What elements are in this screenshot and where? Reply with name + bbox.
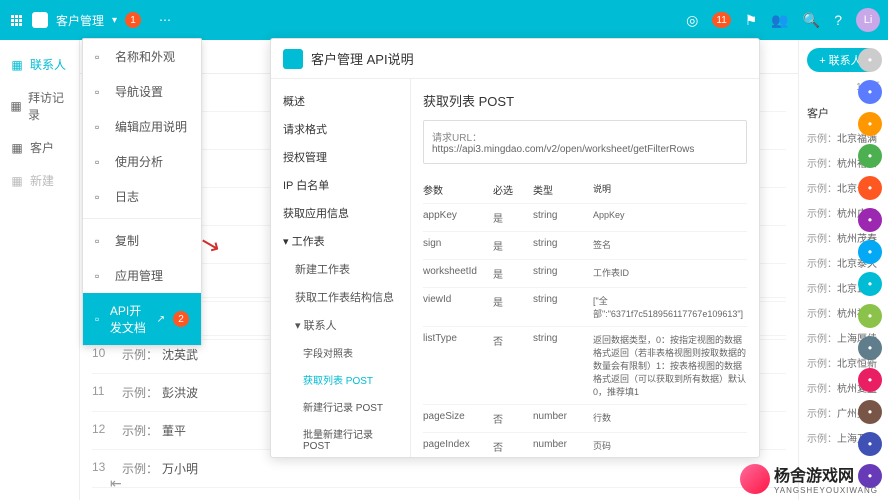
float-icon[interactable]: • — [858, 272, 882, 296]
float-icon[interactable]: • — [858, 144, 882, 168]
doc-nav-item[interactable]: 请求格式 — [271, 115, 410, 143]
menu-item[interactable]: ▫导航设置 — [83, 74, 201, 109]
doc-sidebar: 概述请求格式授权管理IP 白名单获取应用信息▾ 工作表新建工作表获取工作表结构信… — [271, 79, 411, 457]
param-row: appKey是stringAppKey — [423, 203, 747, 231]
float-icon[interactable]: • — [858, 304, 882, 328]
check-icon[interactable]: ◎ — [686, 12, 698, 29]
header-badge: 1 — [125, 12, 141, 28]
float-icon[interactable]: • — [858, 400, 882, 424]
doc-nav-item[interactable]: 获取列表 POST — [271, 366, 410, 393]
filter-icon[interactable]: ⚑ — [745, 12, 758, 29]
nav-item[interactable]: ▦客户 — [0, 131, 79, 164]
param-row: listType否string返回数据类型，0：按指定视图的数据格式返回（若非表… — [423, 326, 747, 404]
chevron-down-icon[interactable]: ▾ — [112, 15, 117, 26]
float-icon[interactable]: • — [858, 112, 882, 136]
app-title: 客户管理 — [56, 12, 104, 29]
float-icon[interactable]: • — [858, 336, 882, 360]
param-row: pageIndex否number页码 — [423, 432, 747, 457]
doc-nav-item[interactable]: 字段对照表 — [271, 339, 410, 366]
nav-item[interactable]: ▦联系人 — [0, 48, 79, 81]
menu-item[interactable]: ▫API开发文档↗2 — [83, 293, 201, 345]
doc-title: 客户管理 API说明 — [311, 49, 414, 68]
float-icon[interactable]: • — [858, 240, 882, 264]
doc-nav-item[interactable]: 获取工作表结构信息 — [271, 283, 410, 311]
menu-item[interactable]: ▫使用分析 — [83, 144, 201, 179]
help-icon[interactable]: ? — [834, 12, 842, 28]
menu-item[interactable]: ▫复制 — [83, 223, 201, 258]
menu-item[interactable]: ▫名称和外观 — [83, 39, 201, 74]
doc-logo — [283, 49, 303, 69]
doc-nav-item[interactable]: 概述 — [271, 87, 410, 115]
menu-item[interactable]: ▫日志 — [83, 179, 201, 214]
more-icon[interactable]: ⋯ — [149, 13, 181, 27]
nav-item[interactable]: ▦新建 — [0, 164, 79, 197]
float-icon[interactable]: • — [858, 48, 882, 72]
param-row: worksheetId是string工作表ID — [423, 259, 747, 287]
menu-item[interactable]: ▫应用管理 — [83, 258, 201, 293]
nav-item[interactable]: ▦拜访记录 — [0, 81, 79, 131]
doc-heading: 获取列表 POST — [423, 91, 747, 110]
doc-nav-item[interactable]: 新建行记录 POST — [271, 393, 410, 420]
float-icon[interactable]: • — [858, 208, 882, 232]
doc-nav-item[interactable]: IP 白名单 — [271, 171, 410, 199]
search-icon[interactable]: 🔍 — [803, 12, 820, 29]
avatar[interactable]: Li — [856, 8, 880, 32]
float-icon[interactable]: • — [858, 432, 882, 456]
collapse-icon[interactable]: ⇤ — [110, 475, 122, 492]
doc-nav-item[interactable]: ▾ 工作表 — [271, 227, 410, 255]
float-icon-bar: •••••••••••••• — [858, 48, 882, 488]
float-icon[interactable]: • — [858, 80, 882, 104]
left-nav: ▦联系人▦拜访记录▦客户▦新建 — [0, 40, 80, 500]
doc-nav-item[interactable]: ▾ 联系人 — [271, 311, 410, 339]
param-row: viewId是string["全部":"6371f7c518956117767e… — [423, 287, 747, 326]
param-row: sign是string签名 — [423, 231, 747, 259]
float-icon[interactable]: • — [858, 176, 882, 200]
url-box: 请求URL：https://api3.mingdao.com/v2/open/w… — [423, 120, 747, 164]
app-logo — [32, 12, 48, 28]
param-row: pageSize否number行数 — [423, 404, 747, 432]
doc-nav-item[interactable]: 授权管理 — [271, 143, 410, 171]
notif-badge[interactable]: 11 — [712, 12, 730, 28]
float-icon[interactable]: • — [858, 368, 882, 392]
app-menu-dropdown: ▫名称和外观▫导航设置▫编辑应用说明▫使用分析▫日志 ▫复制▫应用管理▫API开发… — [82, 38, 202, 346]
doc-nav-item[interactable]: 批量新建行记录 POST — [271, 420, 410, 457]
apps-icon[interactable] — [8, 12, 24, 28]
doc-content: 获取列表 POST 请求URL：https://api3.mingdao.com… — [411, 79, 759, 457]
doc-nav-item[interactable]: 获取应用信息 — [271, 199, 410, 227]
watermark: 杨舍游戏网 YANGSHEYOUXIWANG — [740, 462, 878, 495]
menu-item[interactable]: ▫编辑应用说明 — [83, 109, 201, 144]
api-doc-panel: 客户管理 API说明 概述请求格式授权管理IP 白名单获取应用信息▾ 工作表新建… — [270, 38, 760, 458]
doc-nav-item[interactable]: 新建工作表 — [271, 255, 410, 283]
users-icon[interactable]: 👥 — [771, 12, 788, 29]
